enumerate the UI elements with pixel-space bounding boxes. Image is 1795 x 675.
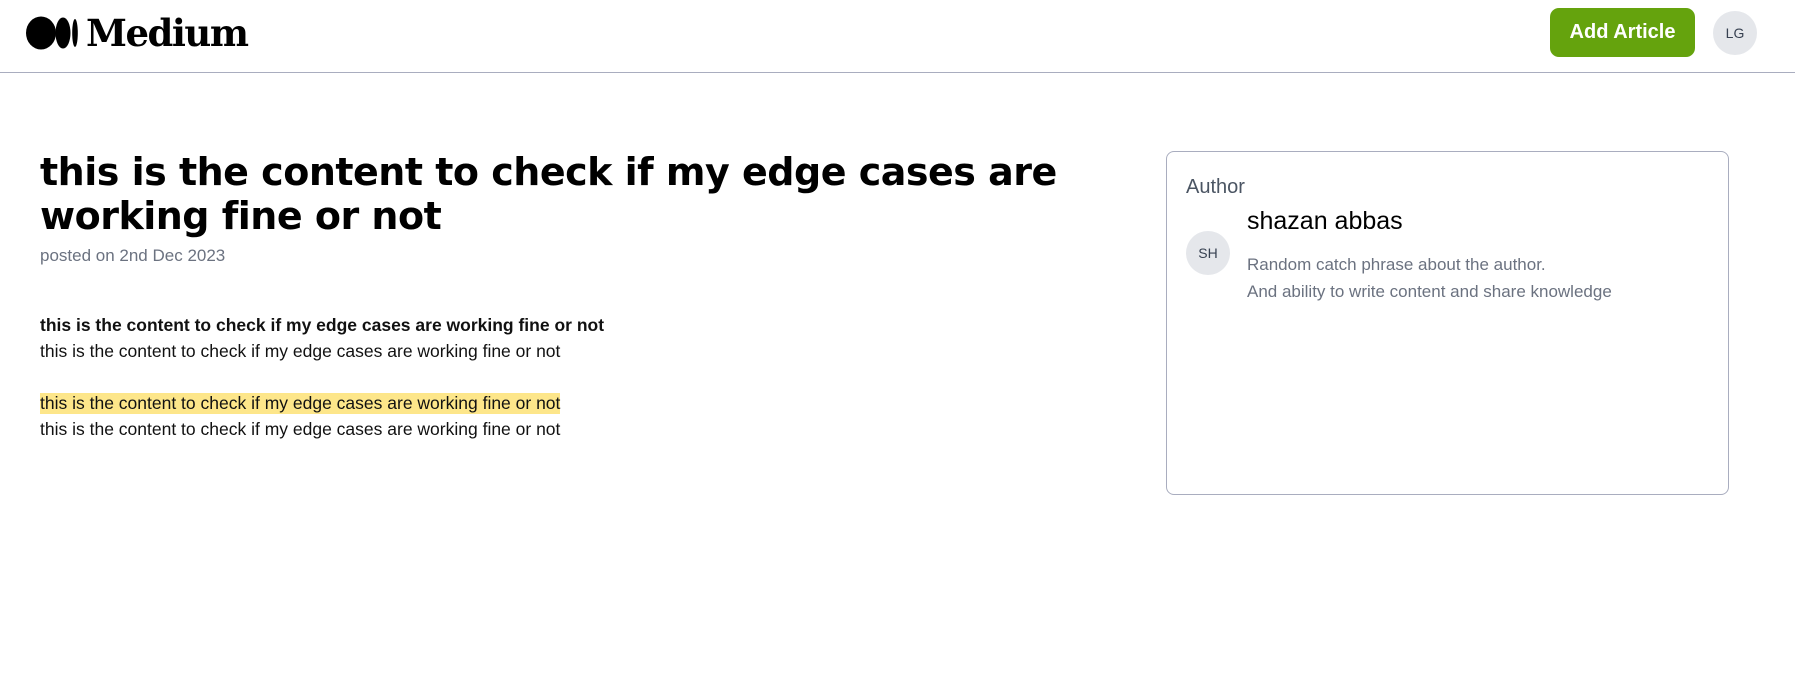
content-paragraph-bold: this is the content to check if my edge …: [40, 315, 605, 335]
article-content: this is the content to check if my edge …: [40, 312, 1150, 442]
article-post-date: posted on 2nd Dec 2023: [40, 246, 226, 265]
author-card: Author SH shazan abbas Random catch phra…: [1166, 151, 1729, 495]
author-bio-line: And ability to write content and share k…: [1247, 282, 1612, 301]
content-paragraph-highlighted: this is the content to check if my edge …: [40, 393, 561, 414]
author-bio: Random catch phrase about the author. An…: [1247, 251, 1612, 305]
author-name: shazan abbas: [1247, 207, 1403, 235]
content-paragraph: this is the content to check if my edge …: [40, 419, 561, 439]
add-article-button[interactable]: Add Article: [1550, 8, 1695, 57]
user-avatar[interactable]: LG: [1713, 11, 1757, 55]
logo-wordmark: Medium: [86, 11, 249, 55]
medium-logo-icon: [26, 16, 78, 50]
author-avatar: SH: [1186, 231, 1230, 275]
medium-logo[interactable]: Medium: [26, 11, 249, 55]
top-navbar: Medium Add Article LG: [0, 0, 1795, 73]
article-title: this is the content to check if my edge …: [40, 150, 1057, 238]
article-main: this is the content to check if my edge …: [40, 150, 1150, 442]
author-card-label: Author: [1186, 176, 1245, 198]
content-paragraph: this is the content to check if my edge …: [40, 341, 561, 361]
author-bio-line: Random catch phrase about the author.: [1247, 255, 1546, 274]
